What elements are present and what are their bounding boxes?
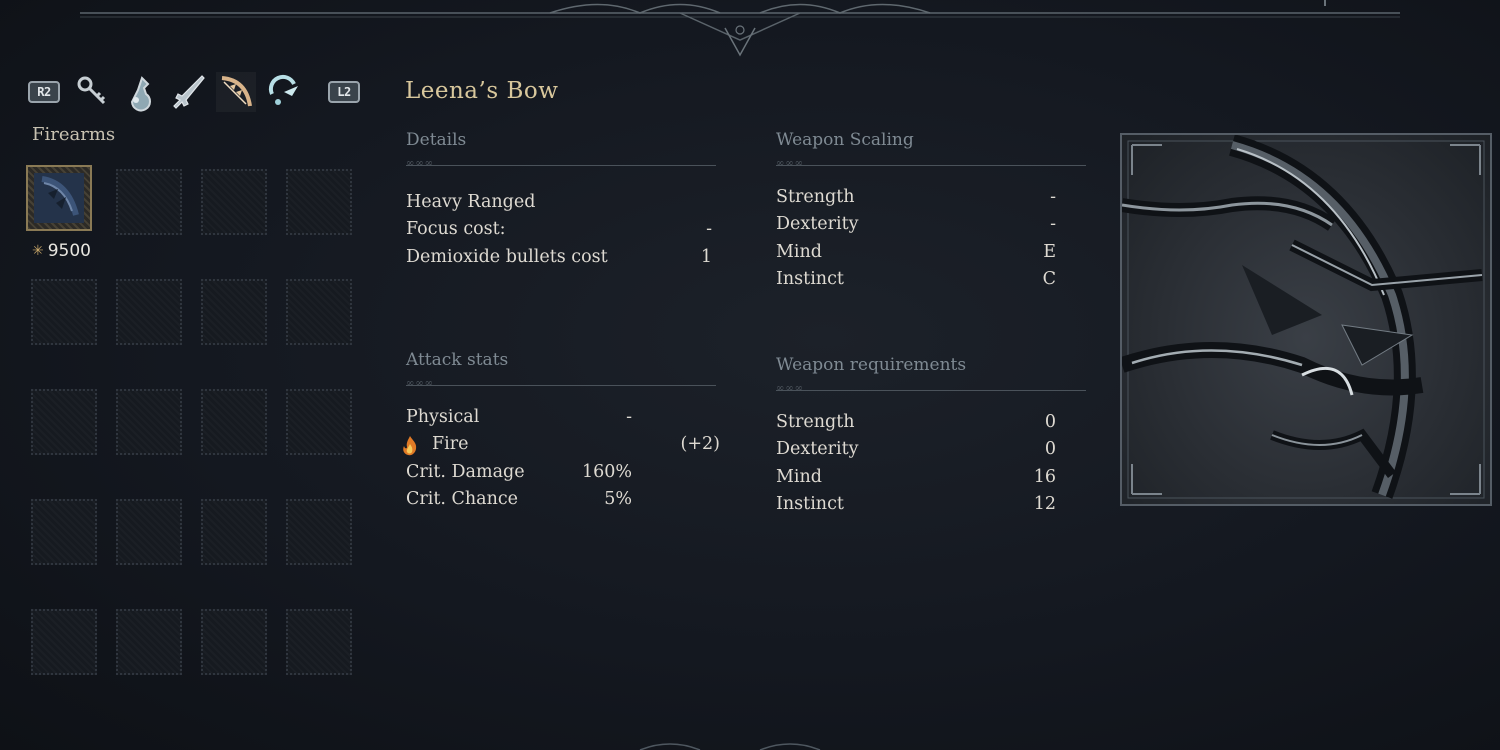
category-bar: R2 L2 (28, 72, 368, 114)
divider: ∞∞∞ (406, 156, 716, 169)
divider: ∞∞∞ (776, 156, 1086, 169)
details-panel: Details ∞∞∞ (406, 130, 716, 169)
detail-label: Focus cost: (406, 219, 506, 239)
detail-label: Heavy Ranged (406, 192, 536, 212)
inventory-slot[interactable] (286, 609, 352, 675)
l2-button[interactable]: L2 (328, 81, 360, 103)
scaling-label: Instinct (776, 269, 844, 289)
item-cost: ✳ 9500 (32, 241, 91, 261)
weapon-preview (1120, 133, 1492, 506)
scaling-value: E (1043, 242, 1056, 262)
inventory-slot[interactable] (286, 389, 352, 455)
requirement-label: Dexterity (776, 439, 859, 459)
detail-value: 1 (700, 247, 712, 267)
inventory-slot[interactable] (201, 609, 267, 675)
attack-extra: (+2) (680, 434, 720, 454)
divider: ∞∞∞ (406, 376, 716, 389)
bottom-ornament (639, 743, 821, 750)
requirement-label: Strength (776, 412, 855, 432)
attack-value: - (626, 407, 632, 427)
bow-thumbnail-icon (34, 173, 84, 223)
attack-value: 160% (581, 462, 632, 482)
flask-icon[interactable] (120, 72, 160, 112)
detail-value: - (706, 219, 712, 239)
inventory-slot-selected[interactable] (26, 165, 92, 231)
attack-stats-heading: Attack stats (406, 350, 509, 370)
inventory-slot[interactable] (286, 499, 352, 565)
weapon-requirements-heading: Weapon requirements (776, 355, 967, 375)
inventory-slot[interactable] (31, 609, 97, 675)
ring-icon[interactable] (264, 72, 304, 112)
details-heading: Details (406, 130, 467, 150)
scaling-value: C (1042, 269, 1056, 289)
bow-icon[interactable] (216, 72, 256, 112)
item-cost-value: 9500 (47, 241, 91, 261)
attack-stats-panel: Attack stats ∞∞∞ (406, 350, 716, 389)
requirement-value: 12 (1033, 494, 1056, 514)
requirement-value: 16 (1033, 467, 1056, 487)
divider: ∞∞∞ (776, 381, 1086, 394)
star-icon: ✳ (32, 243, 44, 259)
inventory-slot[interactable] (31, 279, 97, 345)
attack-value: 5% (604, 489, 632, 509)
attack-label: Fire (432, 434, 469, 454)
requirement-label: Instinct (776, 494, 844, 514)
requirement-value: 0 (1044, 439, 1056, 459)
scaling-label: Dexterity (776, 214, 859, 234)
weapon-requirements-panel: Weapon requirements ∞∞∞ (776, 355, 1086, 394)
fire-icon (403, 436, 417, 456)
inventory-slot[interactable] (201, 389, 267, 455)
inventory-slot[interactable] (286, 279, 352, 345)
attack-label: Crit. Damage (406, 462, 525, 482)
bow-illustration (1122, 135, 1485, 499)
requirement-label: Mind (776, 467, 822, 487)
attack-label: Physical (406, 407, 480, 427)
inventory-slot[interactable] (201, 169, 267, 235)
inventory-slot[interactable] (31, 389, 97, 455)
section-label: Firearms (32, 124, 116, 145)
scaling-label: Mind (776, 242, 822, 262)
r2-button[interactable]: R2 (28, 81, 60, 103)
inventory-slot[interactable] (31, 499, 97, 565)
scaling-value: - (1050, 187, 1056, 207)
attack-label: Crit. Chance (406, 489, 519, 509)
weapon-scaling-panel: Weapon Scaling ∞∞∞ (776, 130, 1086, 169)
inventory-slot[interactable] (116, 609, 182, 675)
inventory-slot[interactable] (116, 389, 182, 455)
inventory-slot[interactable] (286, 169, 352, 235)
inventory-slot[interactable] (116, 279, 182, 345)
scaling-value: - (1050, 214, 1056, 234)
top-ornament (80, 0, 1400, 57)
inventory-slot[interactable] (116, 499, 182, 565)
inventory-slot[interactable] (116, 169, 182, 235)
inventory-slot[interactable] (201, 499, 267, 565)
scaling-label: Strength (776, 187, 855, 207)
weapon-title: Leena’s Bow (405, 78, 559, 104)
requirement-value: 0 (1044, 412, 1056, 432)
weapon-scaling-heading: Weapon Scaling (776, 130, 914, 150)
detail-label: Demioxide bullets cost (406, 247, 608, 267)
key-icon[interactable] (72, 72, 112, 112)
sword-icon[interactable] (168, 72, 208, 112)
inventory-slot[interactable] (201, 279, 267, 345)
